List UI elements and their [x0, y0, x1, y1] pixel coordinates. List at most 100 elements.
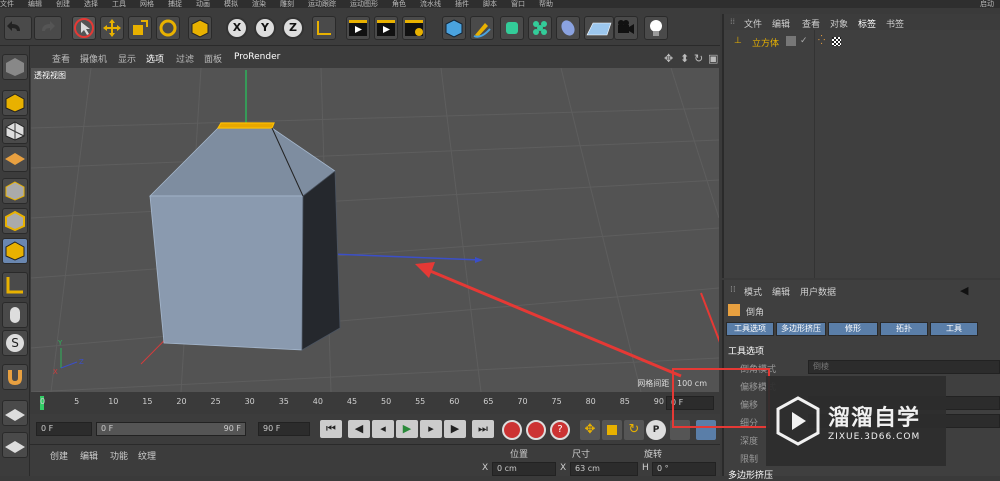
- z-axis-handle[interactable]: [330, 253, 482, 261]
- camera-button[interactable]: [614, 16, 638, 40]
- texture-mode-button[interactable]: [2, 118, 28, 144]
- y-axis-lock-button[interactable]: Y: [254, 17, 276, 39]
- menu-item[interactable]: 流水线: [420, 0, 441, 8]
- om-menu-edit[interactable]: 编辑: [772, 17, 790, 30]
- om-menu-file[interactable]: 文件: [744, 17, 762, 30]
- rotate-view-icon[interactable]: ↻: [694, 52, 703, 65]
- tweak-mode-button[interactable]: [2, 302, 28, 328]
- am-menu-userdata[interactable]: 用户数据: [800, 285, 836, 298]
- redo-button[interactable]: [34, 16, 62, 40]
- scale-tool-button[interactable]: [128, 16, 152, 40]
- timeline[interactable]: 0 5 10 15 20 25 30 35 40 45 50 55 60 65 70 75 80 85 90 0 F: [30, 392, 720, 414]
- next-key-button[interactable]: ▶: [444, 420, 466, 438]
- am-menu-mode[interactable]: 模式: [744, 285, 762, 298]
- mat-menu-function[interactable]: 功能: [110, 449, 128, 462]
- cloner-button[interactable]: [528, 16, 552, 40]
- play-button[interactable]: ▶: [396, 420, 418, 438]
- menu-item[interactable]: 创建: [56, 0, 70, 8]
- workplane-button[interactable]: [2, 146, 28, 172]
- menu-item[interactable]: 渲染: [252, 0, 266, 8]
- render-view-button[interactable]: [346, 16, 370, 40]
- record-button[interactable]: [502, 420, 522, 440]
- vp-menu-prorender[interactable]: ProRender: [234, 52, 280, 62]
- recent-tool-button[interactable]: [188, 16, 212, 40]
- select-tool-button[interactable]: [72, 16, 96, 40]
- object-name[interactable]: 立方体: [752, 36, 779, 49]
- planar-workplane-button[interactable]: [2, 432, 28, 458]
- light-button[interactable]: [644, 16, 668, 40]
- subtab-tool[interactable]: 工具: [930, 322, 978, 336]
- subtab-topology[interactable]: 拓扑: [880, 322, 928, 336]
- menu-item[interactable]: 帮助: [539, 0, 553, 8]
- model-mode-button[interactable]: [2, 90, 28, 116]
- vp-menu-options[interactable]: 选项: [146, 52, 164, 65]
- undo-button[interactable]: [4, 16, 32, 40]
- render-picture-viewer-button[interactable]: [374, 16, 398, 40]
- cube-front-face[interactable]: [149, 195, 304, 351]
- vp-menu-filter[interactable]: 过滤: [176, 52, 194, 65]
- prev-key-button[interactable]: ◀: [348, 420, 370, 438]
- perspective-viewport[interactable]: Y Z X 透视视图 网格间距 : 100 cm: [31, 68, 719, 392]
- prev-frame-button[interactable]: ◂: [372, 420, 394, 438]
- next-frame-button[interactable]: ▸: [420, 420, 442, 438]
- startup-label[interactable]: 启动: [980, 0, 994, 9]
- key-rotate-button[interactable]: ↻: [624, 420, 644, 440]
- floor-button[interactable]: [584, 16, 614, 40]
- subdivision-button[interactable]: [500, 16, 524, 40]
- menu-item[interactable]: 雕刻: [280, 0, 294, 8]
- render-settings-button[interactable]: [402, 16, 426, 40]
- magnet-button[interactable]: [2, 364, 28, 390]
- om-menu-tags[interactable]: 标签: [858, 17, 876, 30]
- object-row-cube[interactable]: ⊥ 立方体 ✓ ⁛: [724, 34, 1000, 50]
- size-x-field[interactable]: 63 cm: [570, 462, 638, 476]
- subtab-polygon-extrude[interactable]: 多边形挤压: [776, 322, 826, 336]
- subtab-tool-options[interactable]: 工具选项: [726, 322, 774, 336]
- go-to-start-button[interactable]: ⏮: [320, 420, 342, 438]
- position-x-field[interactable]: 0 cm: [492, 462, 556, 476]
- move-tool-button[interactable]: [100, 16, 124, 40]
- check-icon[interactable]: ✓: [800, 36, 808, 46]
- edge-mode-button[interactable]: [2, 208, 28, 234]
- phong-tag-icon[interactable]: ⁛: [818, 36, 825, 46]
- pen-tool-button[interactable]: [470, 16, 494, 40]
- add-cube-button[interactable]: [442, 16, 466, 40]
- menu-item[interactable]: 运动图形: [350, 0, 378, 8]
- menu-item[interactable]: 窗口: [511, 0, 525, 8]
- menu-item[interactable]: 运动跟踪: [308, 0, 336, 8]
- key-move-button[interactable]: ✥: [580, 420, 600, 440]
- am-menu-edit[interactable]: 编辑: [772, 285, 790, 298]
- menu-item[interactable]: 插件: [455, 0, 469, 8]
- texture-tag-icon[interactable]: [832, 37, 841, 46]
- snap-button[interactable]: S: [2, 330, 28, 356]
- menu-item[interactable]: 模拟: [224, 0, 238, 8]
- menu-item[interactable]: 角色: [392, 0, 406, 8]
- make-editable-button[interactable]: [2, 54, 28, 80]
- vp-menu-camera[interactable]: 摄像机: [80, 52, 107, 65]
- vp-menu-panel[interactable]: 面板: [204, 52, 222, 65]
- maximize-view-icon[interactable]: ▣: [708, 52, 718, 65]
- start-frame-field[interactable]: 0 F: [36, 422, 92, 436]
- z-axis-lock-button[interactable]: Z: [282, 17, 304, 39]
- cube-side-face[interactable]: [301, 170, 341, 351]
- back-arrow-icon[interactable]: ◀: [960, 284, 968, 297]
- vp-menu-display[interactable]: 显示: [118, 52, 136, 65]
- menu-item[interactable]: 脚本: [483, 0, 497, 8]
- mat-menu-create[interactable]: 创建: [50, 449, 68, 462]
- bevel-mode-select[interactable]: 倒棱: [808, 360, 1000, 374]
- lock-workplane-button[interactable]: [2, 400, 28, 426]
- axis-mode-button[interactable]: [2, 272, 28, 298]
- rotate-tool-button[interactable]: [156, 16, 180, 40]
- autokey-button[interactable]: [526, 420, 546, 440]
- zoom-view-icon[interactable]: ⬍: [680, 52, 689, 65]
- selected-polygon[interactable]: [216, 122, 275, 129]
- go-to-end-button[interactable]: ⏭: [472, 420, 494, 438]
- key-scale-button[interactable]: [602, 420, 622, 440]
- point-mode-button[interactable]: [2, 178, 28, 204]
- menu-item[interactable]: 文件: [0, 0, 14, 8]
- menu-item[interactable]: 工具: [112, 0, 126, 8]
- deformer-button[interactable]: [556, 16, 580, 40]
- menu-item[interactable]: 网格: [140, 0, 154, 8]
- menu-item[interactable]: 动画: [196, 0, 210, 8]
- move-view-icon[interactable]: ✥: [664, 52, 673, 65]
- frame-range-slider[interactable]: 0 F 90 F: [96, 422, 246, 436]
